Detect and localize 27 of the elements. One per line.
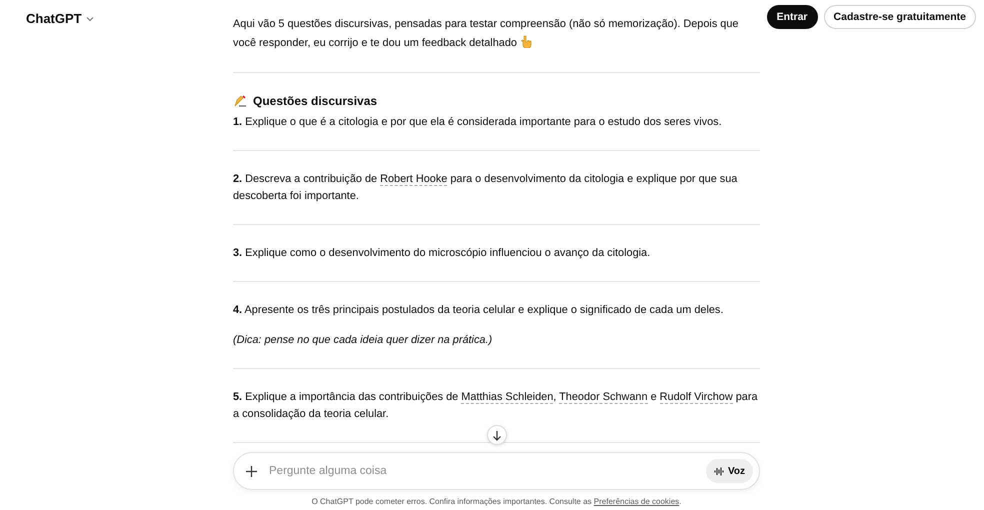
name-link[interactable]: Rudolf Virchow (660, 391, 733, 404)
login-button[interactable]: Entrar (766, 5, 818, 29)
name-link[interactable]: Robert Hooke (380, 173, 448, 186)
pointing-hand-icon (520, 35, 532, 48)
question-text: 5. Explique a importância das contribuições de Matthias Schleiden, Theodor Schwann e Rudolf Virchow para a consolidação da teoria celular. (233, 390, 759, 422)
question-text: 2. Descreva a contribuição de Robert Hooke para o desenvolvimento da citologia e explique por que sua descoberta foi importante. (233, 172, 738, 204)
chevron-down-icon (86, 16, 94, 22)
hint-text: (Dica: pense no que cada ideia quer dizer na prática.) (233, 333, 494, 348)
section-heading: Questões discursivas (253, 93, 378, 110)
prompt-field[interactable]: Pergunte alguma coisa Voz (233, 452, 760, 490)
arrow-down-icon (492, 430, 502, 440)
plus-icon (246, 466, 257, 476)
scroll-down-button[interactable] (487, 425, 507, 445)
add-button[interactable] (246, 466, 257, 476)
cookie-link[interactable]: Preferências de cookies (594, 497, 680, 506)
question-text: 3. Explique como o desenvolvimento do microscópio influenciou o avanço da citologia. (233, 246, 652, 261)
name-link[interactable]: Matthias Schleiden (461, 391, 554, 404)
intro-text: Aqui vão 5 questões discursivas, pensadas para testar compreensão (não só memorização). Depois que você responder, eu corrijo e te dou um feedback detalhado (233, 17, 740, 51)
name-link[interactable]: Theodor Schwann (559, 391, 648, 404)
writing-hand-icon (233, 95, 247, 108)
voice-button[interactable]: Voz (706, 459, 753, 483)
question-text: 1. Explique o que é a citologia e por que ela é considerada importante para o estudo dos seres vivos. (233, 115, 723, 130)
model-selector[interactable]: ChatGPT (26, 11, 94, 26)
signup-button[interactable]: Cadastre-se gratuitamente (824, 5, 976, 29)
waveform-icon (714, 466, 724, 476)
disclaimer-text: O ChatGPT pode cometer erros. Confira informações importantes. Consulte as Preferências de cookies. (310, 496, 682, 508)
question-text: 4. Apresente os três principais postulados da teoria celular e explique o significado de cada um deles. (233, 303, 724, 318)
